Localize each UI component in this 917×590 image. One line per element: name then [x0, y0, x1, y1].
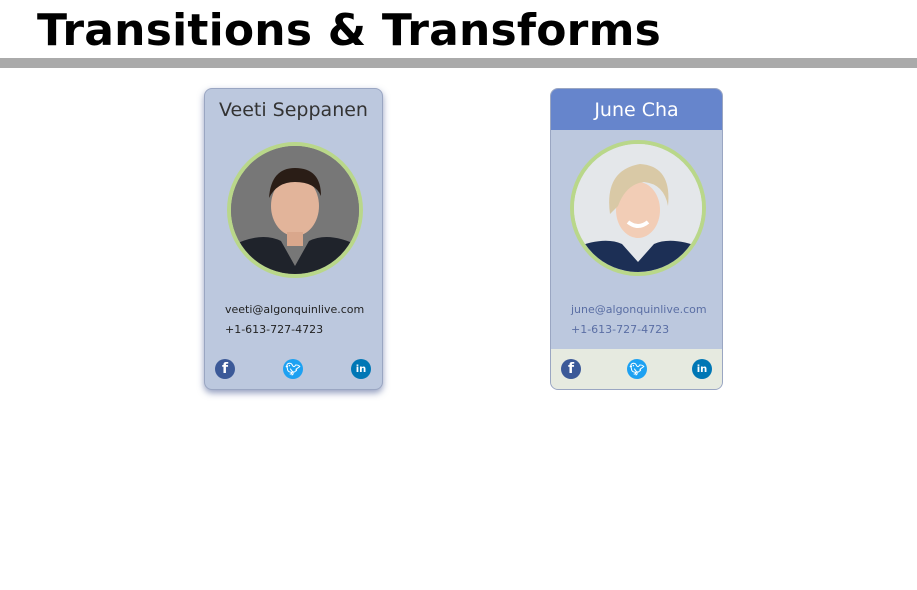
profile-card-june[interactable]: June Cha june@algonquinlive.com +1-613-7… [550, 88, 723, 390]
phone-text[interactable]: +1-613-727-4723 [571, 320, 707, 340]
social-links: f 🐦︎ in [551, 349, 722, 389]
twitter-icon[interactable]: 🐦︎ [283, 359, 303, 379]
facebook-icon[interactable]: f [561, 359, 581, 379]
card-name: Veeti Seppanen [219, 98, 368, 121]
page-title: Transitions & Transforms [37, 5, 662, 56]
avatar-photo [231, 146, 359, 274]
contact-info: june@algonquinlive.com +1-613-727-4723 [571, 300, 707, 340]
phone-text[interactable]: +1-613-727-4723 [225, 320, 364, 340]
social-links: f 🐦︎ in [205, 349, 382, 389]
card-name: June Cha [551, 89, 722, 130]
facebook-icon[interactable]: f [215, 359, 235, 379]
linkedin-icon[interactable]: in [692, 359, 712, 379]
profile-card-veeti[interactable]: Veeti Seppanen veeti@algonquinlive.com +… [204, 88, 383, 390]
linkedin-icon[interactable]: in [351, 359, 371, 379]
avatar-photo [574, 144, 702, 272]
contact-info: veeti@algonquinlive.com +1-613-727-4723 [225, 300, 364, 340]
title-divider [0, 58, 917, 68]
email-text[interactable]: june@algonquinlive.com [571, 300, 707, 320]
avatar [570, 140, 706, 276]
avatar [227, 142, 363, 278]
email-text[interactable]: veeti@algonquinlive.com [225, 300, 364, 320]
twitter-icon[interactable]: 🐦︎ [627, 359, 647, 379]
